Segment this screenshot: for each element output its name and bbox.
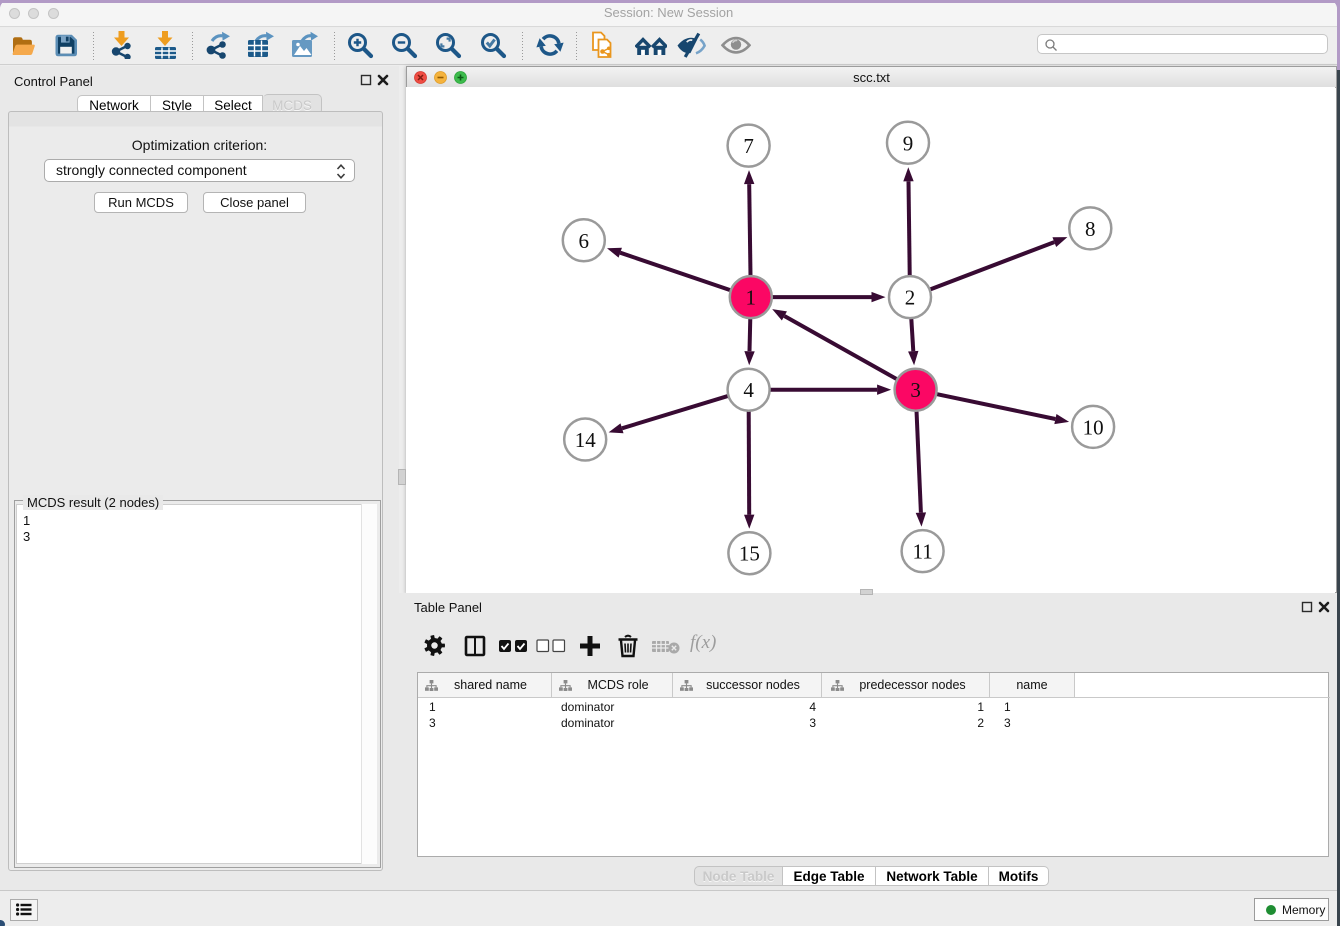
- svg-text:4: 4: [743, 378, 754, 402]
- svg-text:11: 11: [912, 540, 932, 564]
- svg-text:14: 14: [575, 428, 597, 452]
- svg-text:7: 7: [743, 134, 754, 158]
- svg-text:3: 3: [910, 378, 921, 402]
- svg-text:8: 8: [1085, 217, 1096, 241]
- svg-text:15: 15: [739, 542, 760, 566]
- svg-text:9: 9: [903, 131, 914, 155]
- svg-text:1: 1: [746, 286, 757, 310]
- svg-text:10: 10: [1083, 415, 1104, 439]
- svg-text:2: 2: [905, 286, 916, 310]
- svg-text:6: 6: [579, 229, 590, 253]
